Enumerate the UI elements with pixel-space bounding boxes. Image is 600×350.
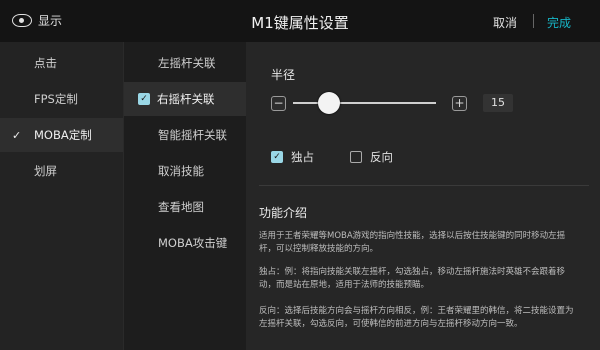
sub-item-label: 右摇杆关联 bbox=[157, 92, 215, 106]
menu-item-label: 划屏 bbox=[34, 164, 57, 178]
checkmark-icon: ✓ bbox=[12, 128, 22, 142]
sub-item-cancel-skill[interactable]: 取消技能 bbox=[124, 154, 247, 188]
menu-item-moba[interactable]: ✓ MOBA定制 bbox=[0, 118, 123, 152]
menu-item-fps[interactable]: FPS定制 bbox=[0, 82, 123, 116]
decrease-button[interactable]: − bbox=[271, 96, 286, 111]
sub-menu: 左摇杆关联 ✓ 右摇杆关联 智能摇杆关联 取消技能 查看地图 MOBA攻击键 bbox=[123, 42, 247, 350]
mode-menu: 点击 FPS定制 ✓ MOBA定制 划屏 bbox=[0, 42, 123, 350]
sub-item-left-stick[interactable]: 左摇杆关联 bbox=[124, 46, 247, 80]
checkbox-icon: ✓ bbox=[271, 151, 283, 163]
sub-item-label: 左摇杆关联 bbox=[158, 56, 216, 70]
section-divider bbox=[259, 185, 589, 186]
sub-item-moba-attack[interactable]: MOBA攻击键 bbox=[124, 226, 247, 260]
checkbox-icon bbox=[350, 151, 362, 163]
intro-title: 功能介绍 bbox=[259, 206, 308, 220]
menu-item-label: FPS定制 bbox=[34, 92, 78, 106]
cancel-button[interactable]: 取消 bbox=[493, 14, 517, 31]
reverse-checkbox[interactable]: 反向 bbox=[350, 149, 393, 165]
radius-slider-track[interactable] bbox=[293, 102, 436, 104]
radius-label: 半径 bbox=[271, 68, 296, 82]
sub-item-label: 取消技能 bbox=[158, 164, 204, 178]
intro-paragraph: 适用于王者荣耀等MOBA游戏的指向性技能，选择以后按住技能键的同时移动左摇杆，可… bbox=[259, 231, 566, 254]
sub-item-view-map[interactable]: 查看地图 bbox=[124, 190, 247, 224]
top-bar: 显示 M1键属性设置 取消 完成 bbox=[0, 0, 600, 42]
intro-paragraph: 反向：选择后技能方向会与摇杆方向相反，例：王者荣耀里的韩信，将二技能设置为左摇杆… bbox=[259, 306, 574, 329]
increase-button[interactable]: + bbox=[452, 96, 467, 111]
menu-item-swipe[interactable]: 划屏 bbox=[0, 154, 123, 188]
radius-slider-handle[interactable] bbox=[317, 92, 340, 114]
sub-item-label: MOBA攻击键 bbox=[158, 236, 228, 250]
radius-value: 15 bbox=[483, 94, 513, 112]
reverse-label: 反向 bbox=[370, 150, 393, 164]
exclusive-label: 独占 bbox=[291, 150, 314, 164]
sub-item-right-stick[interactable]: ✓ 右摇杆关联 bbox=[124, 82, 247, 116]
header-divider bbox=[533, 14, 534, 28]
checkbox-checked-icon: ✓ bbox=[138, 93, 150, 105]
done-button[interactable]: 完成 bbox=[547, 14, 571, 31]
menu-item-click[interactable]: 点击 bbox=[0, 46, 123, 80]
exclusive-checkbox[interactable]: ✓ 独占 bbox=[271, 149, 314, 165]
settings-panel: 半径 − + 15 ✓ 独占 反向 功能介绍 适用于王者荣耀等MOBA游戏的指向… bbox=[246, 42, 600, 350]
sub-item-label: 查看地图 bbox=[158, 200, 204, 214]
menu-item-label: 点击 bbox=[34, 56, 57, 70]
sub-item-smart-stick[interactable]: 智能摇杆关联 bbox=[124, 118, 247, 152]
sub-item-label: 智能摇杆关联 bbox=[158, 128, 227, 142]
menu-item-label: MOBA定制 bbox=[34, 128, 92, 142]
intro-paragraph: 独占：例：将指向技能关联左摇杆，勾选独占，移动左摇杆施法时英雄不会跟着移动，而是… bbox=[259, 267, 566, 290]
